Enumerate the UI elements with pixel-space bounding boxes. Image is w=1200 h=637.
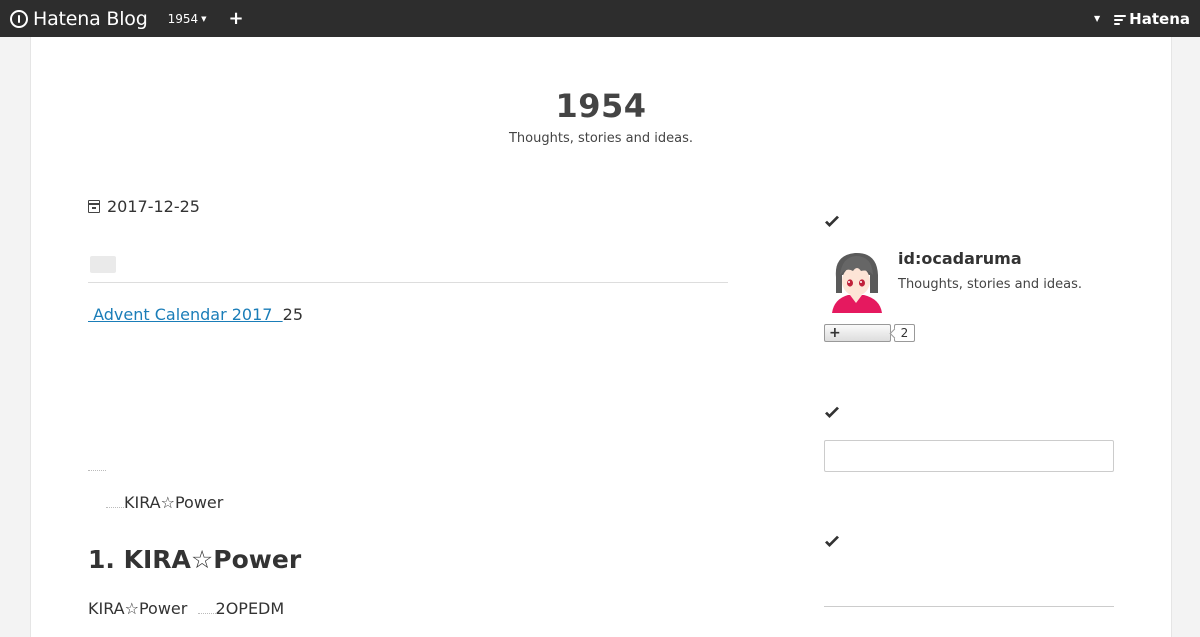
profile-id[interactable]: id:ocadaruma	[898, 249, 1022, 268]
caret-down-icon: ▼	[201, 14, 207, 23]
entry-paragraph: KIRA☆Power	[88, 493, 223, 512]
dotted-gap	[106, 493, 124, 508]
page-container: 1954 Thoughts, stories and ideas. 2017-1…	[30, 37, 1172, 637]
avatar[interactable]	[828, 247, 886, 313]
hatena-blog-icon	[10, 9, 28, 28]
check-icon	[825, 535, 839, 547]
check-icon	[825, 215, 839, 227]
entry-paragraph-2: KIRA☆Power 2OPEDM	[88, 599, 284, 618]
search-input[interactable]	[824, 440, 1114, 472]
follow-button[interactable]: +	[824, 324, 891, 342]
dotted-separator	[88, 470, 106, 471]
global-header: Hatena Blog 1954 ▼ + ▼ Hatena	[0, 0, 1200, 37]
hatena-mark-icon	[1114, 14, 1127, 25]
hatena-blog-logo[interactable]: Hatena Blog	[10, 0, 148, 37]
profile-description: Thoughts, stories and ideas.	[898, 277, 1083, 292]
sidebar-divider	[824, 606, 1114, 607]
advent-calendar-link[interactable]: Advent Calendar 2017	[88, 305, 283, 324]
entry-header-divider	[88, 282, 728, 283]
blog-switcher[interactable]: 1954 ▼	[168, 12, 207, 26]
blog-switcher-label: 1954	[167, 11, 199, 26]
entry-intro-line: Advent Calendar 2017 25	[88, 305, 303, 324]
hatena-logo-text: Hatena	[1129, 9, 1190, 28]
entry-section-heading: 1. KIRA☆Power	[88, 545, 302, 574]
entry-date-text: 2017-12-25	[107, 197, 200, 216]
check-icon	[825, 406, 839, 418]
plus-icon: +	[829, 325, 841, 341]
follower-count-badge[interactable]: 2	[894, 324, 915, 342]
calendar-icon	[88, 200, 100, 213]
blog-description: Thoughts, stories and ideas.	[508, 131, 693, 146]
entry-paragraph-2-suffix: 2OPEDM	[215, 599, 285, 618]
brand-name: Hatena Blog	[33, 7, 148, 30]
entry-paragraph-2-prefix: KIRA☆Power	[88, 599, 188, 618]
entry-intro-suffix: 25	[282, 305, 303, 324]
hatena-logo[interactable]: Hatena	[1114, 10, 1190, 28]
entry-paragraph-text: KIRA☆Power	[124, 493, 224, 512]
user-menu-caret-icon[interactable]: ▼	[1094, 14, 1100, 23]
blog-title[interactable]: 1954	[31, 87, 1171, 125]
entry-date[interactable]: 2017-12-25	[88, 197, 200, 216]
new-entry-button[interactable]: +	[229, 9, 244, 28]
entry-category-chip[interactable]	[90, 256, 116, 273]
dotted-gap-2	[197, 599, 216, 614]
